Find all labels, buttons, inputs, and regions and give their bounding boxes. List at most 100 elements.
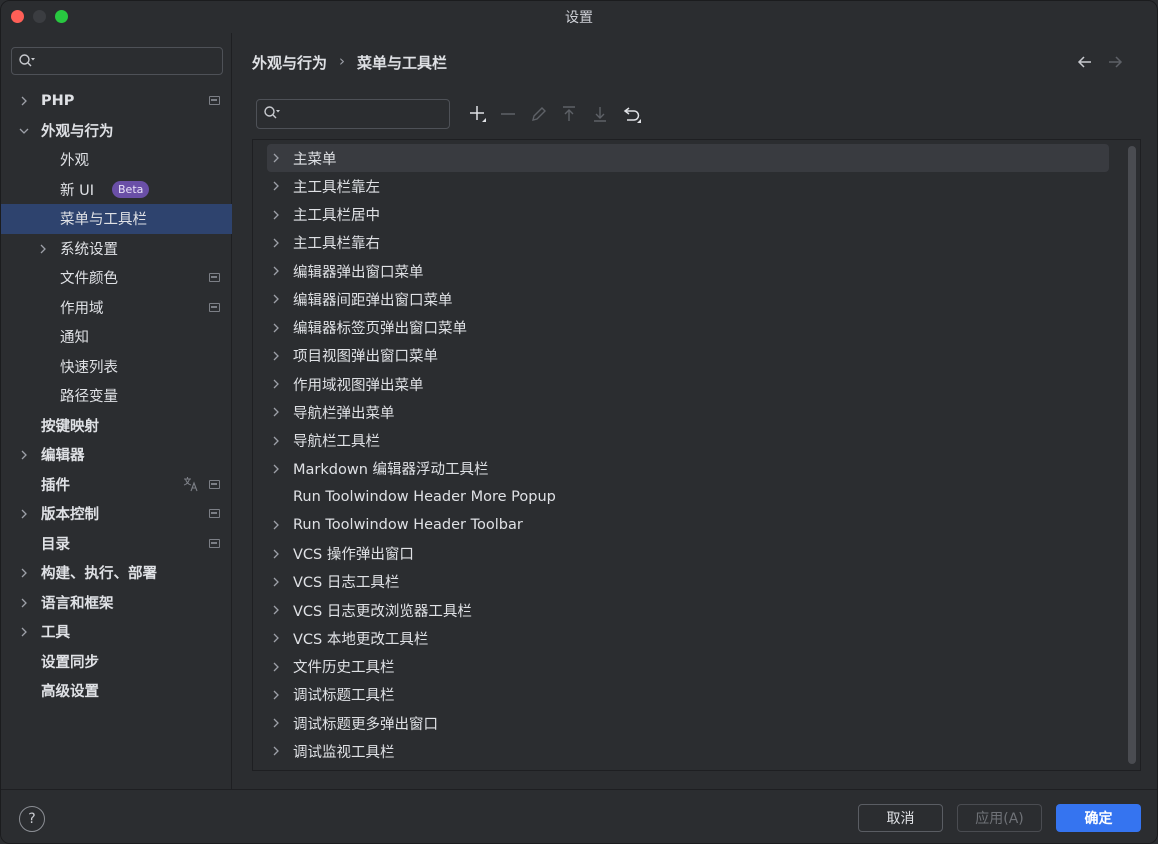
maximize-window-button[interactable] (55, 10, 68, 23)
sidebar-item[interactable]: 菜单与工具栏 (1, 204, 232, 234)
tree-row[interactable]: 导航栏工具栏 (267, 427, 1109, 455)
sidebar-item[interactable]: 语言和框架 (1, 588, 232, 618)
tree-row-label: VCS 日志工具栏 (293, 575, 400, 592)
sidebar-item[interactable]: 作用域 (1, 293, 232, 323)
sidebar-item[interactable]: 按键映射 (1, 411, 232, 441)
project-level-icon (209, 538, 220, 548)
tree-row[interactable]: VCS 本地更改工具栏 (267, 624, 1109, 652)
forward-arrow-icon[interactable] (1106, 53, 1124, 71)
sidebar-item[interactable]: PHP (1, 86, 232, 116)
tree-row[interactable]: 主工具栏靠左 (267, 172, 1109, 200)
chevron-right-icon[interactable] (271, 210, 281, 220)
sidebar-item[interactable]: 构建、执行、部署 (1, 558, 232, 588)
sidebar-item[interactable]: 外观 (1, 145, 232, 175)
apply-button[interactable]: 应用(A) (957, 804, 1042, 832)
sidebar-item[interactable]: 编辑器 (1, 440, 232, 470)
sidebar-item[interactable]: 通知 (1, 322, 232, 352)
chevron-right-icon[interactable] (271, 577, 281, 587)
move-up-icon[interactable] (558, 103, 580, 125)
chevron-right-icon[interactable] (271, 690, 281, 700)
tree-row[interactable]: 导航栏弹出菜单 (267, 398, 1109, 426)
tree-row[interactable]: 编辑器间距弹出窗口菜单 (267, 285, 1109, 313)
chevron-right-icon[interactable] (271, 662, 281, 672)
chevron-right-icon[interactable] (271, 153, 281, 163)
chevron-right-icon[interactable] (271, 633, 281, 643)
tree-row[interactable]: 主工具栏靠右 (267, 229, 1109, 257)
chevron-right-icon[interactable] (271, 605, 281, 615)
chevron-right-icon[interactable] (271, 294, 281, 304)
chevron-right-icon[interactable] (271, 520, 281, 530)
chevron-right-icon[interactable] (19, 568, 29, 578)
tree-row[interactable]: VCS 日志更改浏览器工具栏 (267, 596, 1109, 624)
minimize-window-button[interactable] (33, 10, 46, 23)
ok-button[interactable]: 确定 (1056, 804, 1141, 832)
restore-icon[interactable] (621, 103, 643, 125)
chevron-down-icon[interactable] (19, 126, 29, 136)
chevron-right-icon[interactable] (271, 746, 281, 756)
chevron-right-icon[interactable] (271, 407, 281, 417)
tree-row[interactable]: VCS 操作弹出窗口 (267, 540, 1109, 568)
tree-row[interactable]: 主菜单 (267, 144, 1109, 172)
chevron-right-icon[interactable] (271, 266, 281, 276)
chevron-right-icon[interactable] (271, 181, 281, 191)
sidebar-item[interactable]: 插件 (1, 470, 232, 500)
tree-row[interactable]: 调试标题工具栏 (267, 681, 1109, 709)
breadcrumb-parent[interactable]: 外观与行为 (252, 52, 327, 73)
chevron-right-icon[interactable] (271, 351, 281, 361)
project-level-icon (209, 302, 220, 312)
tree-row[interactable]: 文件历史工具栏 (267, 653, 1109, 681)
help-button[interactable]: ? (19, 806, 45, 832)
chevron-right-icon[interactable] (271, 379, 281, 389)
chevron-right-icon[interactable] (271, 323, 281, 333)
back-arrow-icon[interactable] (1076, 53, 1094, 71)
cancel-button[interactable]: 取消 (858, 804, 943, 832)
sidebar-item[interactable]: 路径变量 (1, 381, 232, 411)
chevron-right-icon[interactable] (19, 450, 29, 460)
tree-row[interactable]: 调试监视工具栏 (267, 737, 1109, 765)
chevron-right-icon[interactable] (271, 436, 281, 446)
actions-search-input[interactable] (256, 99, 450, 129)
breadcrumb-separator: › (339, 52, 346, 70)
chevron-right-icon[interactable] (19, 598, 29, 608)
project-level-icon (209, 273, 220, 282)
tree-row[interactable]: 调试标题更多弹出窗口 (267, 709, 1109, 737)
tree-row[interactable]: 编辑器标签页弹出窗口菜单 (267, 314, 1109, 342)
chevron-right-icon[interactable] (271, 718, 281, 728)
tree-row[interactable]: 作用域视图弹出菜单 (267, 370, 1109, 398)
sidebar-search-input[interactable] (11, 47, 223, 75)
chevron-right-icon[interactable] (19, 509, 29, 519)
move-down-icon[interactable] (589, 103, 611, 125)
menus-toolbars-tree: 主菜单 主工具栏靠左 主工具栏居中 主工具栏靠右 编辑器弹出窗口菜单 编辑器间距弹出窗口菜… (252, 139, 1141, 771)
chevron-right-icon[interactable] (38, 244, 48, 254)
close-window-button[interactable] (11, 10, 24, 23)
tree-row[interactable]: VCS 日志工具栏 (267, 568, 1109, 596)
add-icon[interactable] (466, 103, 488, 125)
chevron-right-icon[interactable] (271, 238, 281, 248)
chevron-right-icon[interactable] (19, 96, 29, 106)
sidebar-item[interactable]: 文件颜色 (1, 263, 232, 293)
tree-row[interactable]: Run Toolwindow Header More Popup (267, 483, 1109, 511)
remove-icon[interactable] (497, 103, 519, 125)
tree-row[interactable]: 主工具栏居中 (267, 201, 1109, 229)
chevron-right-icon[interactable] (19, 627, 29, 637)
sidebar-item[interactable]: 系统设置 (1, 234, 232, 264)
tree-row[interactable]: Markdown 编辑器浮动工具栏 (267, 455, 1109, 483)
sidebar-item[interactable]: 工具 (1, 617, 232, 647)
sidebar-item[interactable]: 版本控制 (1, 499, 232, 529)
sidebar-item[interactable]: 高级设置 (1, 676, 232, 706)
sidebar-item[interactable]: 目录 (1, 529, 232, 559)
tree-row[interactable]: 编辑器弹出窗口菜单 (267, 257, 1109, 285)
sidebar-item[interactable]: 设置同步 (1, 647, 232, 677)
sidebar-item[interactable]: 外观与行为 (1, 116, 232, 146)
vertical-scrollbar[interactable] (1128, 146, 1136, 764)
tree-row[interactable]: Run Toolwindow Header Toolbar (267, 511, 1109, 539)
tree-row-label: Run Toolwindow Header Toolbar (293, 517, 523, 534)
sidebar-item[interactable]: 快速列表 (1, 352, 232, 382)
edit-icon[interactable] (528, 103, 550, 125)
chevron-right-icon[interactable] (271, 464, 281, 474)
sidebar-item-label: 语言和框架 (41, 595, 114, 612)
tree-row[interactable]: 项目视图弹出窗口菜单 (267, 342, 1109, 370)
sidebar-item-label: 编辑器 (41, 448, 85, 465)
sidebar-item[interactable]: 新 UI Beta (1, 175, 232, 205)
chevron-right-icon[interactable] (271, 549, 281, 559)
